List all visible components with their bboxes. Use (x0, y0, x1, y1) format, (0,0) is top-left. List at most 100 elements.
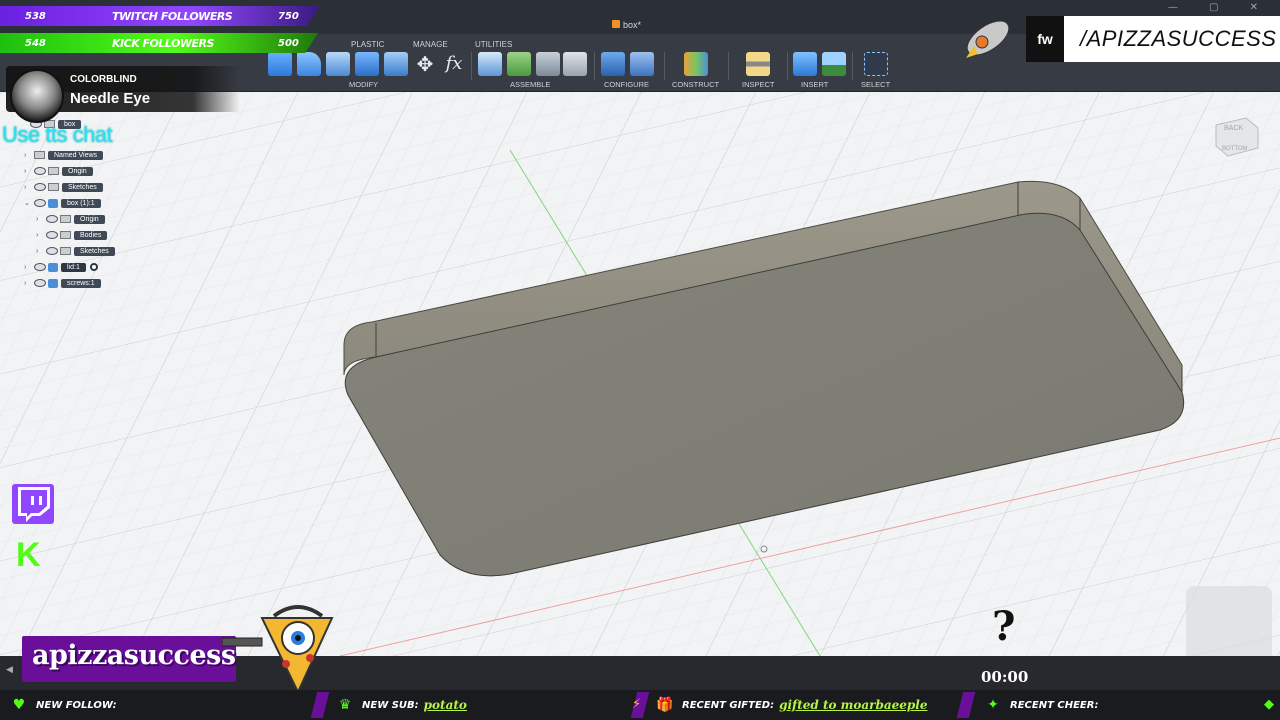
insert-canvas-icon[interactable] (822, 52, 846, 76)
tree-item-named-views[interactable]: › Named Views (24, 149, 104, 161)
component-icon (48, 198, 58, 208)
chevron-right-icon[interactable]: › (24, 152, 34, 159)
activate-radio-icon[interactable] (89, 263, 98, 271)
rocket-mascot-icon (966, 20, 1010, 58)
folder-icon (48, 167, 59, 175)
tree-item-box-component[interactable]: ⌄ box (1):1 (24, 197, 101, 209)
alert-recent-gifted: 🎁 RECENT GIFTED: gifted to moarbaeeple (656, 697, 928, 713)
eye-icon[interactable] (34, 279, 46, 287)
cheer-icon: ✦ (987, 697, 999, 713)
social-handle: /APIZZASUCCESS (1080, 26, 1277, 51)
chevron-right-icon[interactable]: › (24, 184, 34, 191)
tab-utilities[interactable]: UTILITIES (475, 40, 512, 49)
window-controls[interactable]: — ▢ ✕ (1168, 2, 1272, 13)
twitch-followers-bar: 538 TWITCH FOLLOWERS 750 (0, 6, 320, 26)
kick-followers-title: KICK FOLLOWERS (112, 36, 214, 50)
move-icon[interactable]: ✥ (413, 52, 437, 76)
tree-item-lid[interactable]: › lid:1 (24, 261, 98, 273)
ribbon-separator (787, 52, 788, 80)
folder-icon (48, 183, 59, 191)
eye-icon[interactable] (46, 247, 58, 255)
eye-icon[interactable] (34, 183, 46, 191)
album-art (10, 69, 64, 123)
chevron-down-icon[interactable]: ⌄ (24, 199, 34, 207)
crown-icon: ♛ (338, 697, 352, 713)
fw-logo: fw (1026, 16, 1064, 62)
chevron-right-icon[interactable]: › (24, 264, 34, 271)
document-tab[interactable]: box* (612, 20, 641, 30)
select-icon[interactable] (864, 52, 888, 76)
kick-logo-icon: K (16, 536, 41, 574)
ribbon-separator (852, 52, 853, 80)
press-pull-icon[interactable] (268, 52, 292, 76)
viewcube-front-label: BOTTOM (1222, 146, 1248, 152)
group-inspect[interactable]: INSPECT (742, 80, 775, 89)
shell-icon[interactable] (326, 52, 350, 76)
tree-item-origin[interactable]: › Origin (24, 165, 93, 177)
chevron-right-icon[interactable]: › (24, 280, 34, 287)
viewcube-top-label: BACK (1224, 125, 1243, 132)
group-configure[interactable]: CONFIGURE (604, 80, 649, 89)
twitch-logo-icon (12, 484, 54, 524)
stream-screen: { "fusion": { "document_title": "box*", … (0, 0, 1280, 720)
trash-can-icon (1186, 586, 1272, 656)
group-modify[interactable]: MODIFY (349, 80, 378, 89)
eye-icon[interactable] (34, 199, 46, 207)
now-playing-artist: COLORBLIND (70, 74, 137, 85)
group-insert[interactable]: INSERT (801, 80, 828, 89)
folder-icon (60, 231, 71, 239)
streamer-name: apizzasuccess (32, 640, 236, 671)
gift-icon: 🎁 (656, 697, 674, 713)
configure-table-icon[interactable] (630, 52, 654, 76)
tree-item-sketches[interactable]: › Sketches (24, 181, 103, 193)
play-icon[interactable]: ◀ (6, 665, 13, 675)
design-viewport[interactable]: BACK BOTTOM ⟲ ✋ ⌕ ⊡ ▣ ▦ ⊞ (0, 92, 1280, 656)
tab-plastic[interactable]: PLASTIC (351, 40, 384, 49)
twitch-followers-goal: 750 (278, 10, 299, 22)
joint-origin-icon[interactable] (563, 52, 587, 76)
heart-icon: ♥ (12, 697, 26, 713)
group-select[interactable]: SELECT (861, 80, 890, 89)
ribbon-separator (664, 52, 665, 80)
offset-face-icon[interactable] (384, 52, 408, 76)
eye-icon[interactable] (46, 215, 58, 223)
question-mark: ? (992, 603, 1016, 650)
group-construct[interactable]: CONSTRUCT (672, 80, 719, 89)
new-component-icon[interactable] (478, 52, 502, 76)
group-assemble[interactable]: ASSEMBLE (510, 80, 550, 89)
tree-item-bodies[interactable]: › Bodies (36, 229, 108, 241)
viewport-canvas[interactable]: BACK BOTTOM (0, 92, 1280, 656)
chevron-right-icon[interactable]: › (36, 216, 46, 223)
ribbon-separator (728, 52, 729, 80)
as-built-joint-icon[interactable] (536, 52, 560, 76)
parameters-icon[interactable]: fx (442, 52, 466, 76)
chevron-right-icon[interactable]: › (36, 248, 46, 255)
folder-icon (60, 247, 71, 255)
folder-icon (60, 215, 71, 223)
combine-icon[interactable] (355, 52, 379, 76)
now-playing-title: Needle Eye (70, 90, 151, 107)
tab-manage[interactable]: MANAGE (413, 40, 448, 49)
joint-icon[interactable] (507, 52, 531, 76)
tree-item-box-origin[interactable]: › Origin (36, 213, 105, 225)
alert-new-sub: ♛ NEW SUB: potato (336, 692, 467, 718)
lightning-icon: ⚡ (632, 697, 642, 712)
tree-item-box-sketches[interactable]: › Sketches (36, 245, 115, 257)
eye-icon[interactable] (46, 231, 58, 239)
kick-followers-count: 548 (25, 37, 46, 49)
offset-plane-icon[interactable] (684, 52, 708, 76)
fillet-icon[interactable] (297, 52, 321, 76)
folder-icon (34, 151, 45, 159)
configure-icon[interactable] (601, 52, 625, 76)
twitch-followers-title: TWITCH FOLLOWERS (112, 9, 233, 23)
chevron-right-icon[interactable]: › (36, 232, 46, 239)
ribbon-separator (471, 52, 472, 80)
tree-item-screws[interactable]: › screws:1 (24, 277, 101, 289)
measure-icon[interactable] (746, 52, 770, 76)
insert-derive-icon[interactable] (793, 52, 817, 76)
eye-icon[interactable] (34, 167, 46, 175)
social-handle-box: fw /APIZZASUCCESS (1026, 16, 1280, 62)
box-document-icon (612, 20, 620, 28)
chevron-right-icon[interactable]: › (24, 168, 34, 175)
eye-icon[interactable] (34, 263, 46, 271)
